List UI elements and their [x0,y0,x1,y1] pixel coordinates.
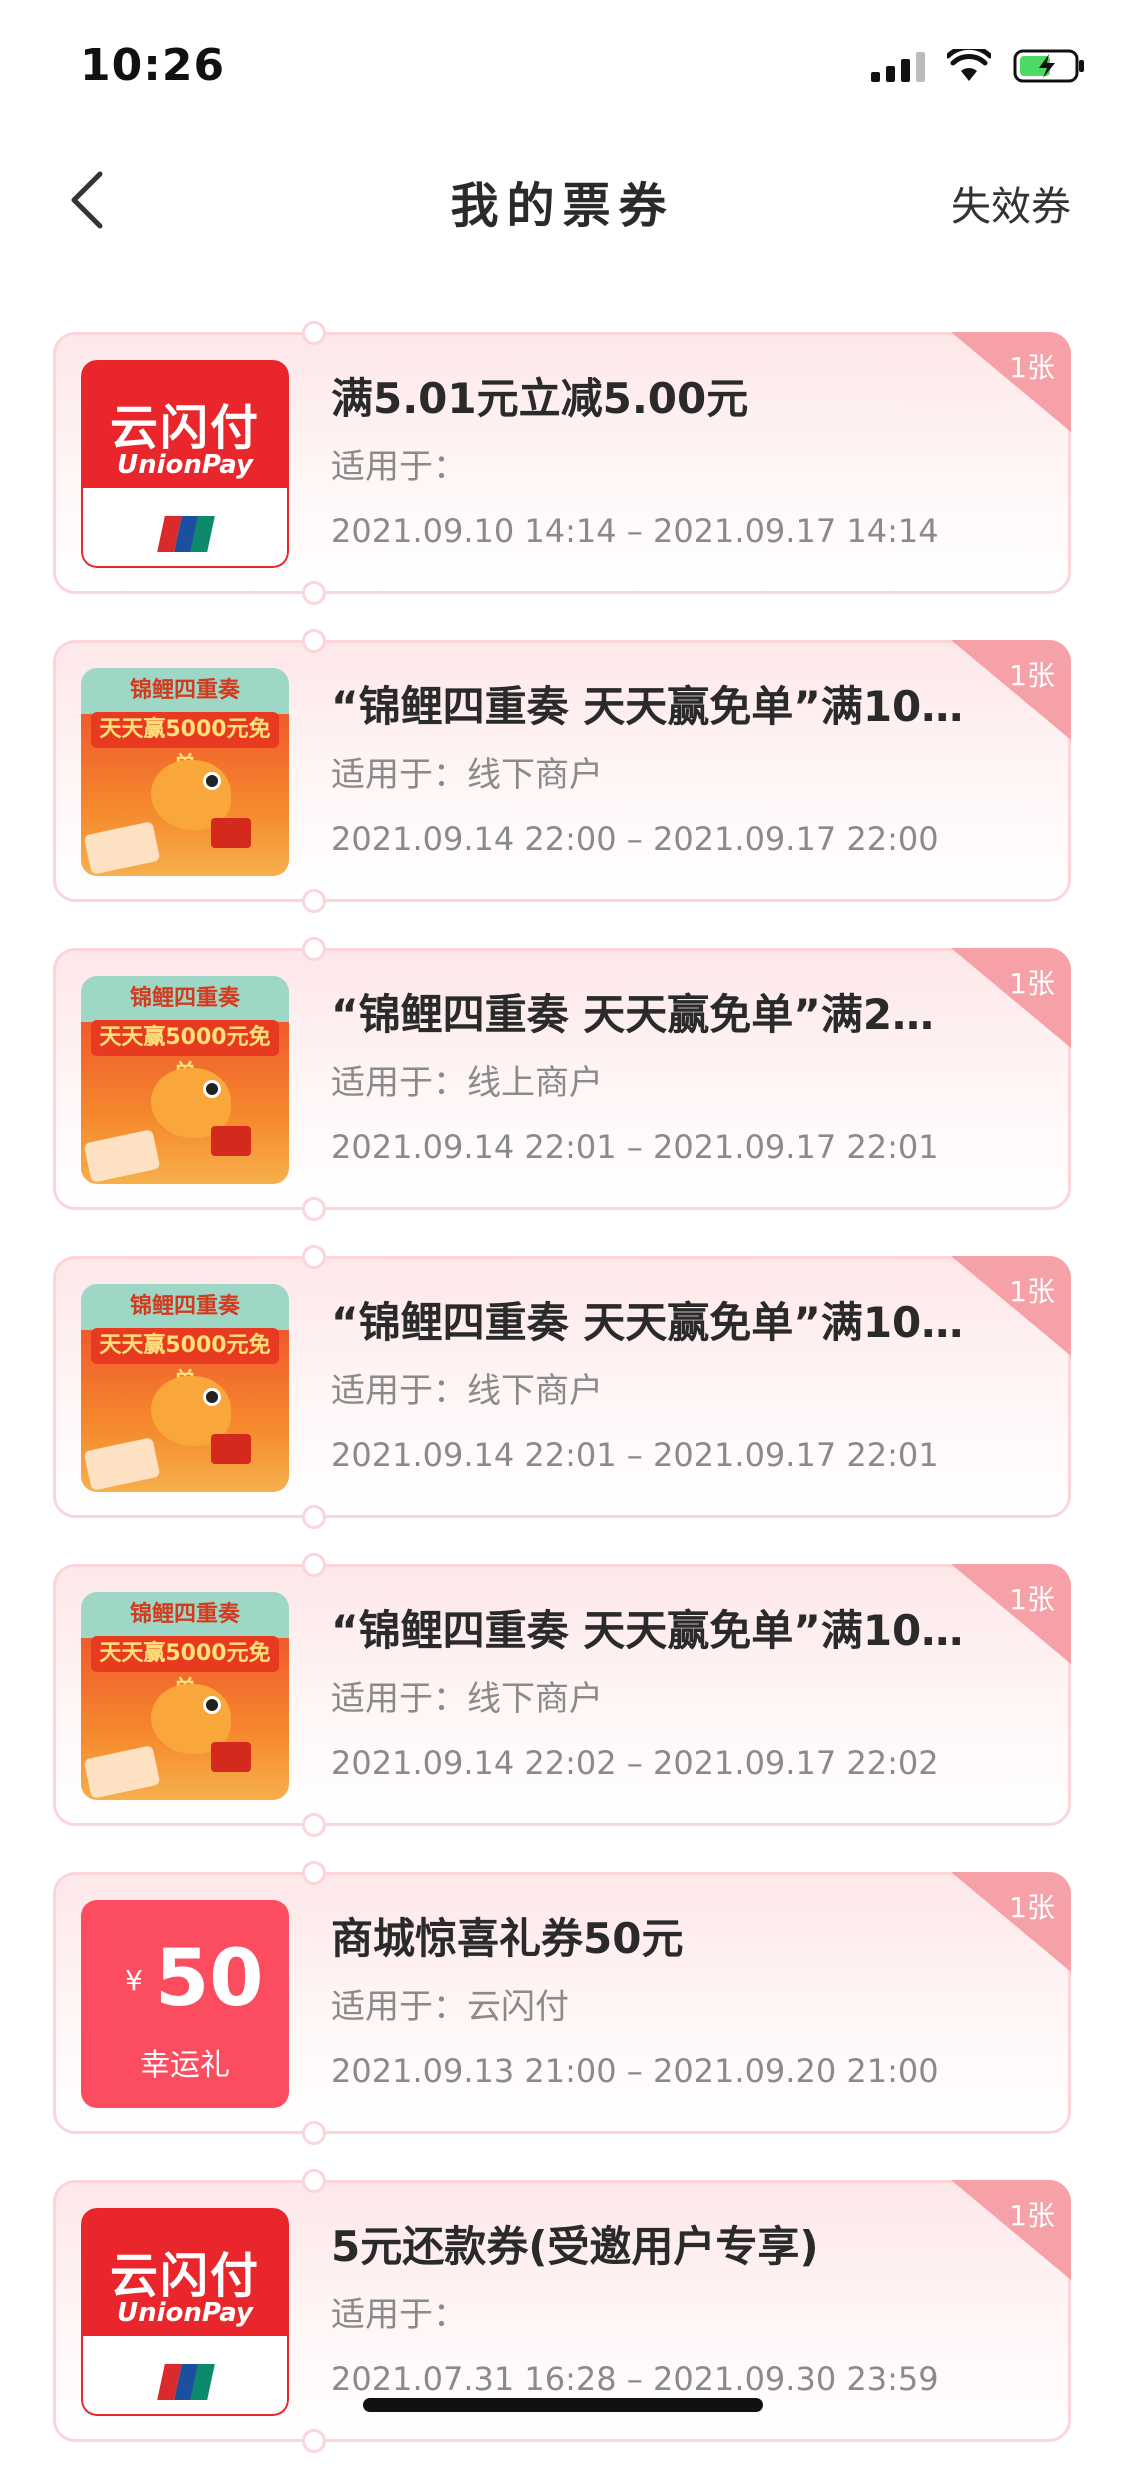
mall-ticket-image: ¥ 50 幸运礼 [81,1900,289,2108]
home-indicator[interactable] [363,2398,763,2412]
coupon-list: 1张 云闪付 UnionPay 满5.01元立减5.00元 适用于： 2021.… [53,321,1071,2488]
coupon-title: “锦鲤四重奏 天天赢免单”满10… [331,1298,964,1347]
status-icons [871,48,1085,84]
koi-promo-image: 锦鲤四重奏 天天赢5000元免单 [81,976,289,1184]
koi-promo-image: 锦鲤四重奏 天天赢5000元免单 [81,1284,289,1492]
expired-coupons-link[interactable]: 失效券 [951,174,1071,232]
status-bar: 10:26 [0,0,1125,140]
coupon-title: 5元还款券(受邀用户专享) [331,2222,819,2271]
coupon-validity: 2021.09.14 22:01 – 2021.09.17 22:01 [331,1128,939,1166]
coupon-applies: 适用于：线下商户 [331,1679,603,1719]
nav-bar: 我的票券 失效券 [0,140,1125,260]
cellular-signal-icon [871,50,925,82]
coupon-applies: 适用于：线下商户 [331,755,603,795]
coupon-card[interactable]: 1张 锦鲤四重奏 天天赢5000元免单 “锦鲤四重奏 天天赢免单”满2… 适用于… [53,937,1071,1221]
coupon-validity: 2021.09.14 22:01 – 2021.09.17 22:01 [331,1436,939,1474]
wifi-icon [947,49,991,81]
coupon-card[interactable]: 1张 锦鲤四重奏 天天赢5000元免单 “锦鲤四重奏 天天赢免单”满10… 适用… [53,1245,1071,1529]
coupon-title: 商城惊喜礼券50元 [331,1914,684,1963]
coupon-applies: 适用于： [331,2295,467,2335]
coupon-applies: 适用于：线上商户 [331,1063,603,1103]
coupon-validity: 2021.09.14 22:02 – 2021.09.17 22:02 [331,1744,939,1782]
unionpay-logo-icon: 云闪付 UnionPay [81,2208,289,2416]
ticket-notch [302,321,326,345]
coupon-validity: 2021.09.13 21:00 – 2021.09.20 21:00 [331,2052,939,2090]
koi-promo-image: 锦鲤四重奏 天天赢5000元免单 [81,1592,289,1800]
unionpay-logo-icon: 云闪付 UnionPay [81,360,289,568]
coupon-card[interactable]: 1张 云闪付 UnionPay 满5.01元立减5.00元 适用于： 2021.… [53,321,1071,605]
coupon-card[interactable]: 1张 ¥ 50 幸运礼 商城惊喜礼券50元 适用于：云闪付 2021.09.13… [53,1861,1071,2145]
koi-promo-image: 锦鲤四重奏 天天赢5000元免单 [81,668,289,876]
coupon-validity: 2021.09.14 22:00 – 2021.09.17 22:00 [331,820,939,858]
coupon-validity: 2021.07.31 16:28 – 2021.09.30 23:59 [331,2360,939,2398]
coupon-title: “锦鲤四重奏 天天赢免单”满10… [331,1606,964,1655]
coupon-card[interactable]: 1张 锦鲤四重奏 天天赢5000元免单 “锦鲤四重奏 天天赢免单”满10… 适用… [53,629,1071,913]
coupon-card[interactable]: 1张 锦鲤四重奏 天天赢5000元免单 “锦鲤四重奏 天天赢免单”满10… 适用… [53,1553,1071,1837]
coupon-title: 满5.01元立减5.00元 [331,374,749,423]
coupon-applies: 适用于：云闪付 [331,1987,569,2027]
battery-charging-icon [1013,49,1084,83]
status-time: 10:26 [80,40,226,91]
coupon-validity: 2021.09.10 14:14 – 2021.09.17 14:14 [331,512,939,550]
coupon-title: “锦鲤四重奏 天天赢免单”满2… [331,990,935,1039]
coupon-title: “锦鲤四重奏 天天赢免单”满10… [331,682,964,731]
coupon-applies: 适用于： [331,447,467,487]
ticket-notch [302,581,326,605]
coupon-applies: 适用于：线下商户 [331,1371,603,1411]
